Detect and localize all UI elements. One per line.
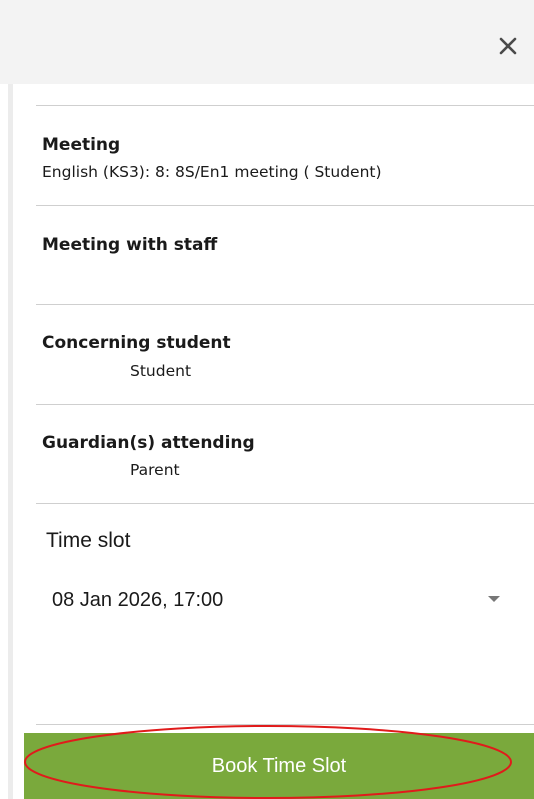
- annotation-ellipse: [24, 725, 512, 799]
- close-button[interactable]: [492, 30, 524, 62]
- book-time-slot-label: Book Time Slot: [211, 755, 347, 777]
- divider: [36, 205, 534, 206]
- divider: [36, 304, 534, 305]
- caret-down-icon: [488, 596, 500, 602]
- dialog-header: [0, 0, 534, 84]
- book-time-slot-button[interactable]: Book Time Slot: [24, 733, 534, 799]
- divider: [36, 503, 534, 504]
- staff-label: Meeting with staff: [42, 235, 218, 255]
- time-slot-label: Time slot: [46, 529, 131, 552]
- divider: [36, 404, 534, 405]
- close-icon: [499, 37, 517, 55]
- booking-dialog: Meeting English (KS3): 8: 8S/En1 meeting…: [0, 0, 534, 799]
- time-slot-select[interactable]: 08 Jan 2026, 17:00: [36, 578, 516, 622]
- scroll-rail: [8, 84, 13, 799]
- student-value: Student: [130, 362, 192, 380]
- student-label: Concerning student: [42, 333, 231, 353]
- divider: [36, 105, 534, 106]
- time-slot-value: 08 Jan 2026, 17:00: [52, 589, 224, 611]
- divider: [36, 724, 534, 725]
- meeting-label: Meeting: [42, 135, 121, 155]
- guardians-label: Guardian(s) attending: [42, 433, 255, 453]
- guardians-value: Parent: [130, 461, 180, 479]
- meeting-value: English (KS3): 8: 8S/En1 meeting ( Stude…: [42, 163, 382, 181]
